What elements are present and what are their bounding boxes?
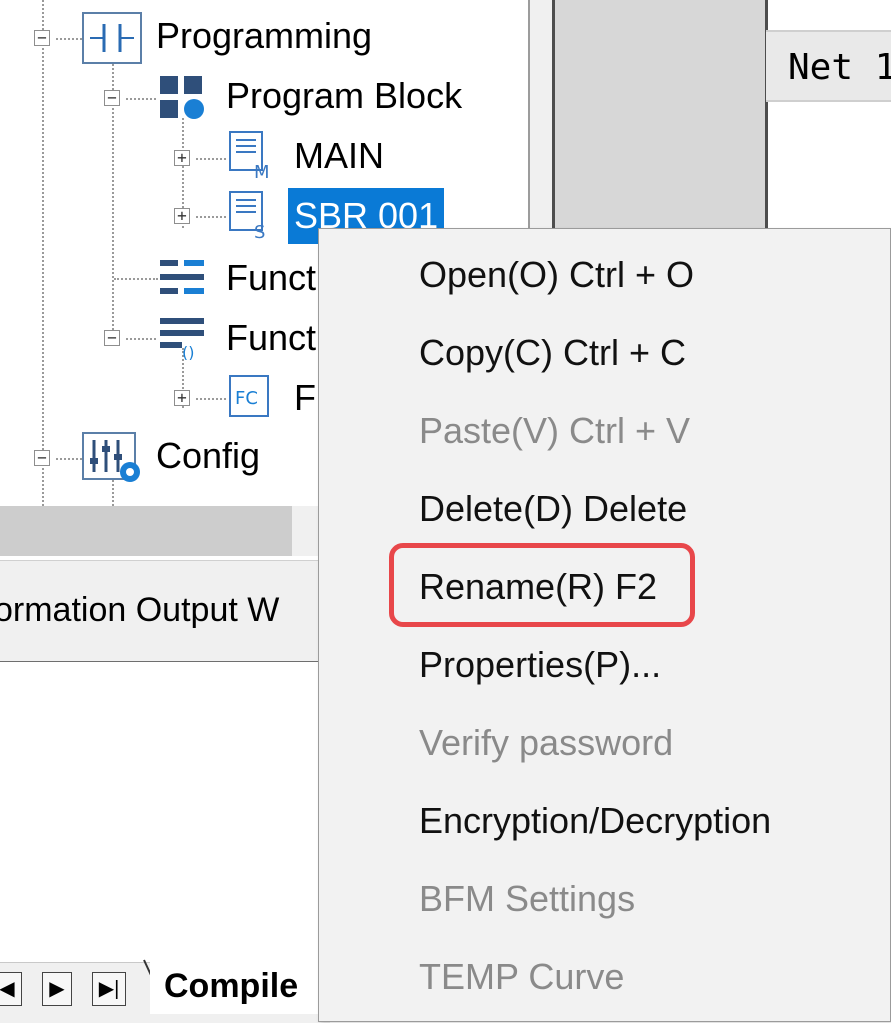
ladder-contact-icon <box>82 12 142 69</box>
tree-item-fc[interactable]: F <box>294 376 316 420</box>
tree-connector <box>196 216 226 218</box>
tree-connector <box>114 278 158 280</box>
function-list-icon <box>160 258 206 303</box>
tree-connector <box>196 158 226 160</box>
svg-text:(): () <box>182 343 194 360</box>
tree-item-funct-folder[interactable]: Funct <box>226 316 316 360</box>
menu-item-bfm-settings: BFM Settings <box>419 878 636 919</box>
tree-item-programming[interactable]: Programming <box>156 14 372 58</box>
config-icon <box>82 432 144 489</box>
function-folder-icon: () <box>160 316 206 365</box>
tree-connector <box>42 0 44 506</box>
svg-text:S: S <box>254 222 265 240</box>
tree-connector <box>56 458 82 460</box>
menu-item-properties[interactable]: Properties(P)... <box>419 635 661 695</box>
menu-item-verify-password: Verify password <box>419 722 674 763</box>
collapse-toggle[interactable]: − <box>104 330 120 346</box>
fc-block-icon: FC <box>228 374 272 425</box>
tree-connector <box>126 338 156 340</box>
svg-text:M: M <box>254 162 270 180</box>
menu-item-temp-curve: TEMP Curve <box>419 956 625 997</box>
network-label: Net 1 <box>766 30 891 102</box>
tab-prev-button[interactable]: ◀ <box>0 972 22 1006</box>
subroutine-icon: S <box>228 190 272 245</box>
output-window-body <box>0 662 330 962</box>
tree-item-main[interactable]: MAIN <box>294 134 384 178</box>
menu-item-copy[interactable]: Copy(C) Ctrl + C <box>419 323 686 383</box>
collapse-toggle[interactable]: − <box>34 30 50 46</box>
menu-item-paste: Paste(V) Ctrl + V <box>419 410 691 451</box>
svg-text:FC: FC <box>235 388 258 409</box>
tree-item-config[interactable]: Config <box>156 434 260 478</box>
menu-item-encryption[interactable]: Encryption/Decryption <box>419 791 771 851</box>
menu-item-open[interactable]: Open(O) Ctrl + O <box>419 245 694 305</box>
tab-compile[interactable]: Compile <box>150 958 320 1014</box>
tree-connector <box>126 98 156 100</box>
tab-next-button[interactable]: ▶ <box>42 972 72 1006</box>
output-window-title: ormation Output W <box>0 591 280 629</box>
tree-connector <box>56 38 82 40</box>
main-program-icon: M <box>228 130 272 185</box>
ladder-left-rail <box>552 0 768 232</box>
menu-item-delete[interactable]: Delete(D) Delete <box>419 479 687 539</box>
expand-toggle[interactable]: + <box>174 150 190 166</box>
collapse-toggle[interactable]: − <box>34 450 50 466</box>
expand-toggle[interactable]: + <box>174 390 190 406</box>
program-block-icon <box>160 76 208 125</box>
tree-item-funct[interactable]: Funct <box>226 256 316 300</box>
scrollbar-thumb[interactable] <box>0 506 292 556</box>
tab-last-button[interactable]: ▶| <box>92 972 126 1006</box>
tree-item-program-block[interactable]: Program Block <box>226 74 462 118</box>
collapse-toggle[interactable]: − <box>104 90 120 106</box>
expand-toggle[interactable]: + <box>174 208 190 224</box>
rename-highlight-box <box>389 543 695 627</box>
tree-connector <box>196 398 226 400</box>
